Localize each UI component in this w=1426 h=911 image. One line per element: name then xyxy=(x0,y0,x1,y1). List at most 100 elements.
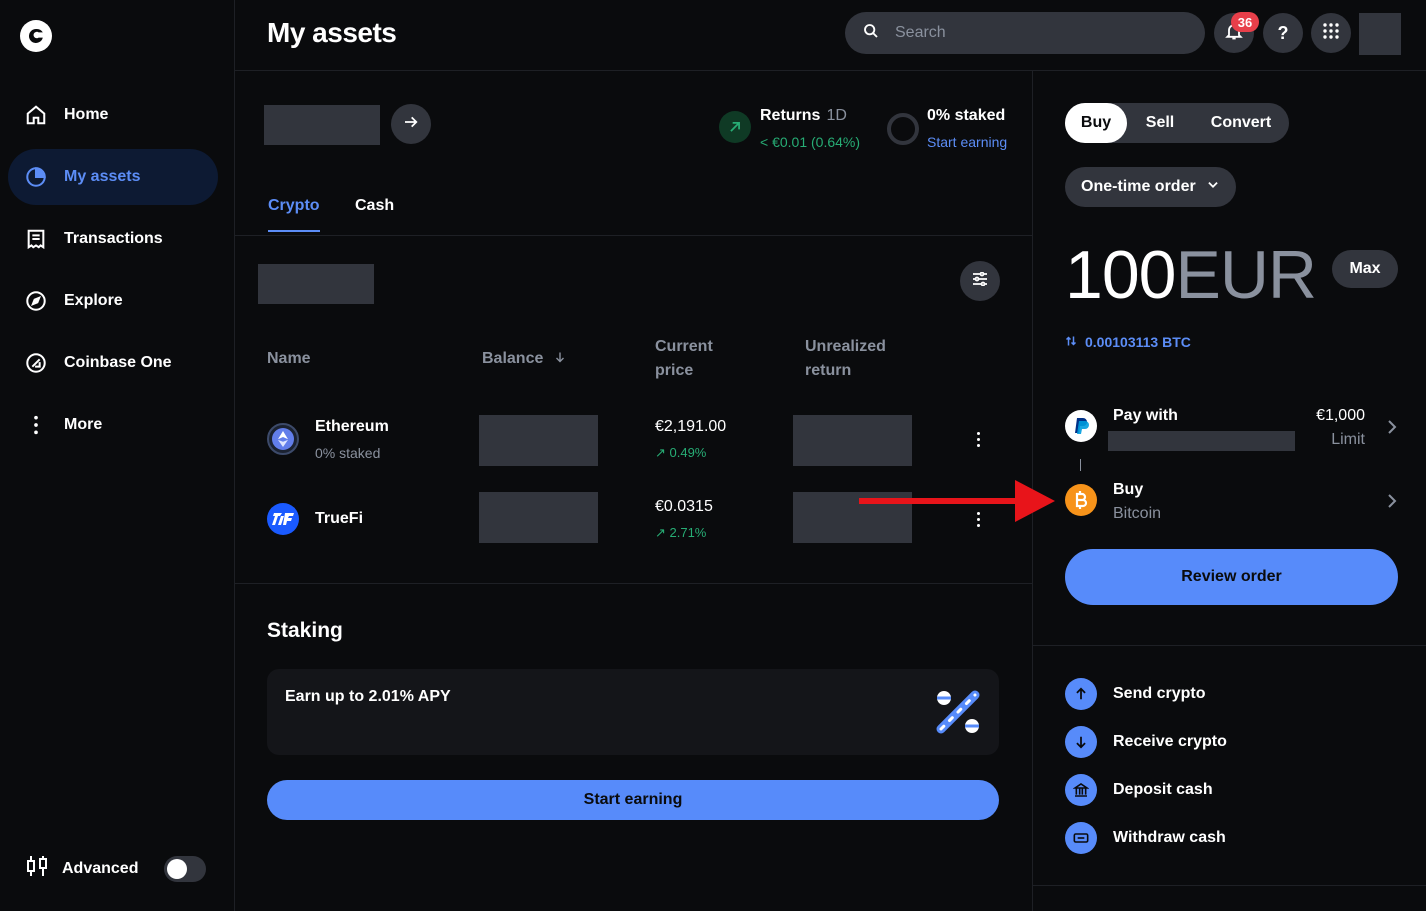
notification-badge: 36 xyxy=(1231,12,1259,32)
sidebar-item-home[interactable]: Home xyxy=(8,87,218,143)
filter-button[interactable] xyxy=(960,261,1000,301)
asset-name: TrueFi xyxy=(315,510,364,527)
coinbase-logo[interactable] xyxy=(20,20,52,52)
balance-details-button[interactable] xyxy=(391,104,431,144)
tab-crypto[interactable]: Crypto xyxy=(268,197,320,232)
sidebar-item-label: More xyxy=(64,416,103,433)
buy-asset-name: Bitcoin xyxy=(1113,505,1162,522)
search-icon xyxy=(863,23,879,44)
advanced-toggle[interactable] xyxy=(164,855,207,882)
pay-amount: €1,000 xyxy=(1316,407,1365,424)
percent-icon xyxy=(935,689,981,735)
start-earning-button[interactable]: Start earning xyxy=(267,780,999,820)
pay-with-selector[interactable]: Pay with €1,000 Limit xyxy=(1065,404,1401,454)
candlestick-icon xyxy=(26,854,48,883)
staking-card[interactable]: Earn up to 2.01% APY xyxy=(267,669,999,755)
search-input[interactable] xyxy=(895,24,1175,42)
amount-input[interactable]: 100EUR xyxy=(1065,237,1317,313)
balance-redacted xyxy=(479,492,598,543)
conversion-toggle[interactable]: 0.00103113 BTC xyxy=(1065,334,1191,350)
coinbase-one-icon xyxy=(24,351,48,375)
search-bar[interactable] xyxy=(845,12,1205,54)
sidebar-item-explore[interactable]: Explore xyxy=(8,273,218,329)
receipt-icon xyxy=(24,227,48,251)
start-earning-link[interactable]: Start earning xyxy=(927,134,1007,150)
asset-change: ↗ 2.71% xyxy=(655,525,707,540)
column-price-line2: price xyxy=(655,362,694,379)
column-return-line1: Unrealized xyxy=(805,338,886,355)
returns-period[interactable]: 1D xyxy=(826,107,846,124)
withdraw-cash-action[interactable]: Withdraw cash xyxy=(1065,822,1401,854)
panel-divider xyxy=(1033,885,1426,886)
compass-icon xyxy=(24,289,48,313)
bank-icon xyxy=(1065,774,1097,806)
tab-convert[interactable]: Convert xyxy=(1193,103,1289,143)
sidebar-item-transactions[interactable]: Transactions xyxy=(8,211,218,267)
connector-line xyxy=(1080,459,1081,471)
action-label: Withdraw cash xyxy=(1113,829,1226,846)
sidebar-item-label: My assets xyxy=(64,168,141,185)
column-name[interactable]: Name xyxy=(267,347,311,371)
avatar[interactable] xyxy=(1359,13,1401,55)
page-title: My assets xyxy=(267,17,397,48)
paypal-icon xyxy=(1065,410,1097,442)
sidebar: Home My assets Transactions Explore Coin… xyxy=(0,0,235,911)
table-row[interactable]: Ethereum 0% staked €2,191.00 ↗ 0.49% xyxy=(235,399,1033,479)
column-balance[interactable]: Balance xyxy=(482,347,566,371)
sidebar-item-label: Home xyxy=(64,106,109,123)
chevron-right-icon xyxy=(1387,419,1397,440)
sidebar-item-my-assets[interactable]: My assets xyxy=(8,149,218,205)
asset-subtitle: 0% staked xyxy=(315,445,381,461)
asset-tabs: Crypto Cash xyxy=(235,181,1033,236)
column-price-line1: Current xyxy=(655,338,713,355)
column-current-price[interactable]: Current price xyxy=(655,335,713,383)
help-button[interactable]: ? xyxy=(1263,13,1303,53)
ethereum-icon xyxy=(267,423,299,455)
swap-icon xyxy=(1065,334,1085,350)
max-button[interactable]: Max xyxy=(1332,250,1398,288)
send-crypto-action[interactable]: Send crypto xyxy=(1065,678,1401,710)
staking-apy-text: Earn up to 2.01% APY xyxy=(285,688,451,705)
row-more-button[interactable] xyxy=(971,427,985,451)
buy-label: Buy xyxy=(1113,481,1144,498)
tab-buy[interactable]: Buy xyxy=(1065,103,1127,143)
sidebar-item-label: Transactions xyxy=(64,230,163,247)
action-label: Deposit cash xyxy=(1113,781,1213,798)
arrow-down-icon xyxy=(1065,726,1097,758)
bitcoin-icon xyxy=(1065,484,1097,516)
tab-sell[interactable]: Sell xyxy=(1127,103,1193,143)
column-return-line2: return xyxy=(805,362,852,379)
apps-button[interactable] xyxy=(1311,13,1351,53)
truefi-icon xyxy=(267,503,299,535)
order-type-dropdown[interactable]: One-time order xyxy=(1065,167,1236,207)
advanced-mode: Advanced xyxy=(26,854,207,883)
payment-method-redacted xyxy=(1108,431,1295,451)
review-order-button[interactable]: Review order xyxy=(1065,549,1398,605)
sidebar-item-coinbase-one[interactable]: Coinbase One xyxy=(8,335,218,391)
returns-label: Returns 1D xyxy=(760,107,847,125)
return-redacted xyxy=(793,415,912,466)
tab-cash[interactable]: Cash xyxy=(355,197,394,230)
arrow-up-icon xyxy=(1065,678,1097,710)
asset-price: €0.0315 xyxy=(655,498,713,515)
deposit-cash-action[interactable]: Deposit cash xyxy=(1065,774,1401,806)
advanced-label: Advanced xyxy=(62,859,139,877)
help-icon: ? xyxy=(1277,22,1289,43)
column-unrealized-return[interactable]: Unrealized return xyxy=(805,335,886,383)
balance-redacted xyxy=(264,105,380,145)
buy-asset-selector[interactable]: Buy Bitcoin xyxy=(1065,478,1401,528)
grid-icon xyxy=(1323,22,1339,44)
sidebar-item-more[interactable]: More xyxy=(8,397,218,453)
conversion-value: 0.00103113 BTC xyxy=(1085,334,1191,350)
sidebar-item-label: Coinbase One xyxy=(64,354,172,371)
receive-crypto-action[interactable]: Receive crypto xyxy=(1065,726,1401,758)
balance-redacted xyxy=(479,415,598,466)
sort-down-icon xyxy=(554,350,566,367)
chevron-down-icon xyxy=(1196,178,1220,197)
asset-name: Ethereum xyxy=(315,418,389,435)
pay-limit: Limit xyxy=(1331,431,1365,448)
pay-with-label: Pay with xyxy=(1113,407,1178,424)
amount-currency: EUR xyxy=(1175,237,1317,313)
staked-progress-ring xyxy=(887,113,919,145)
order-type-label: One-time order xyxy=(1081,178,1196,195)
